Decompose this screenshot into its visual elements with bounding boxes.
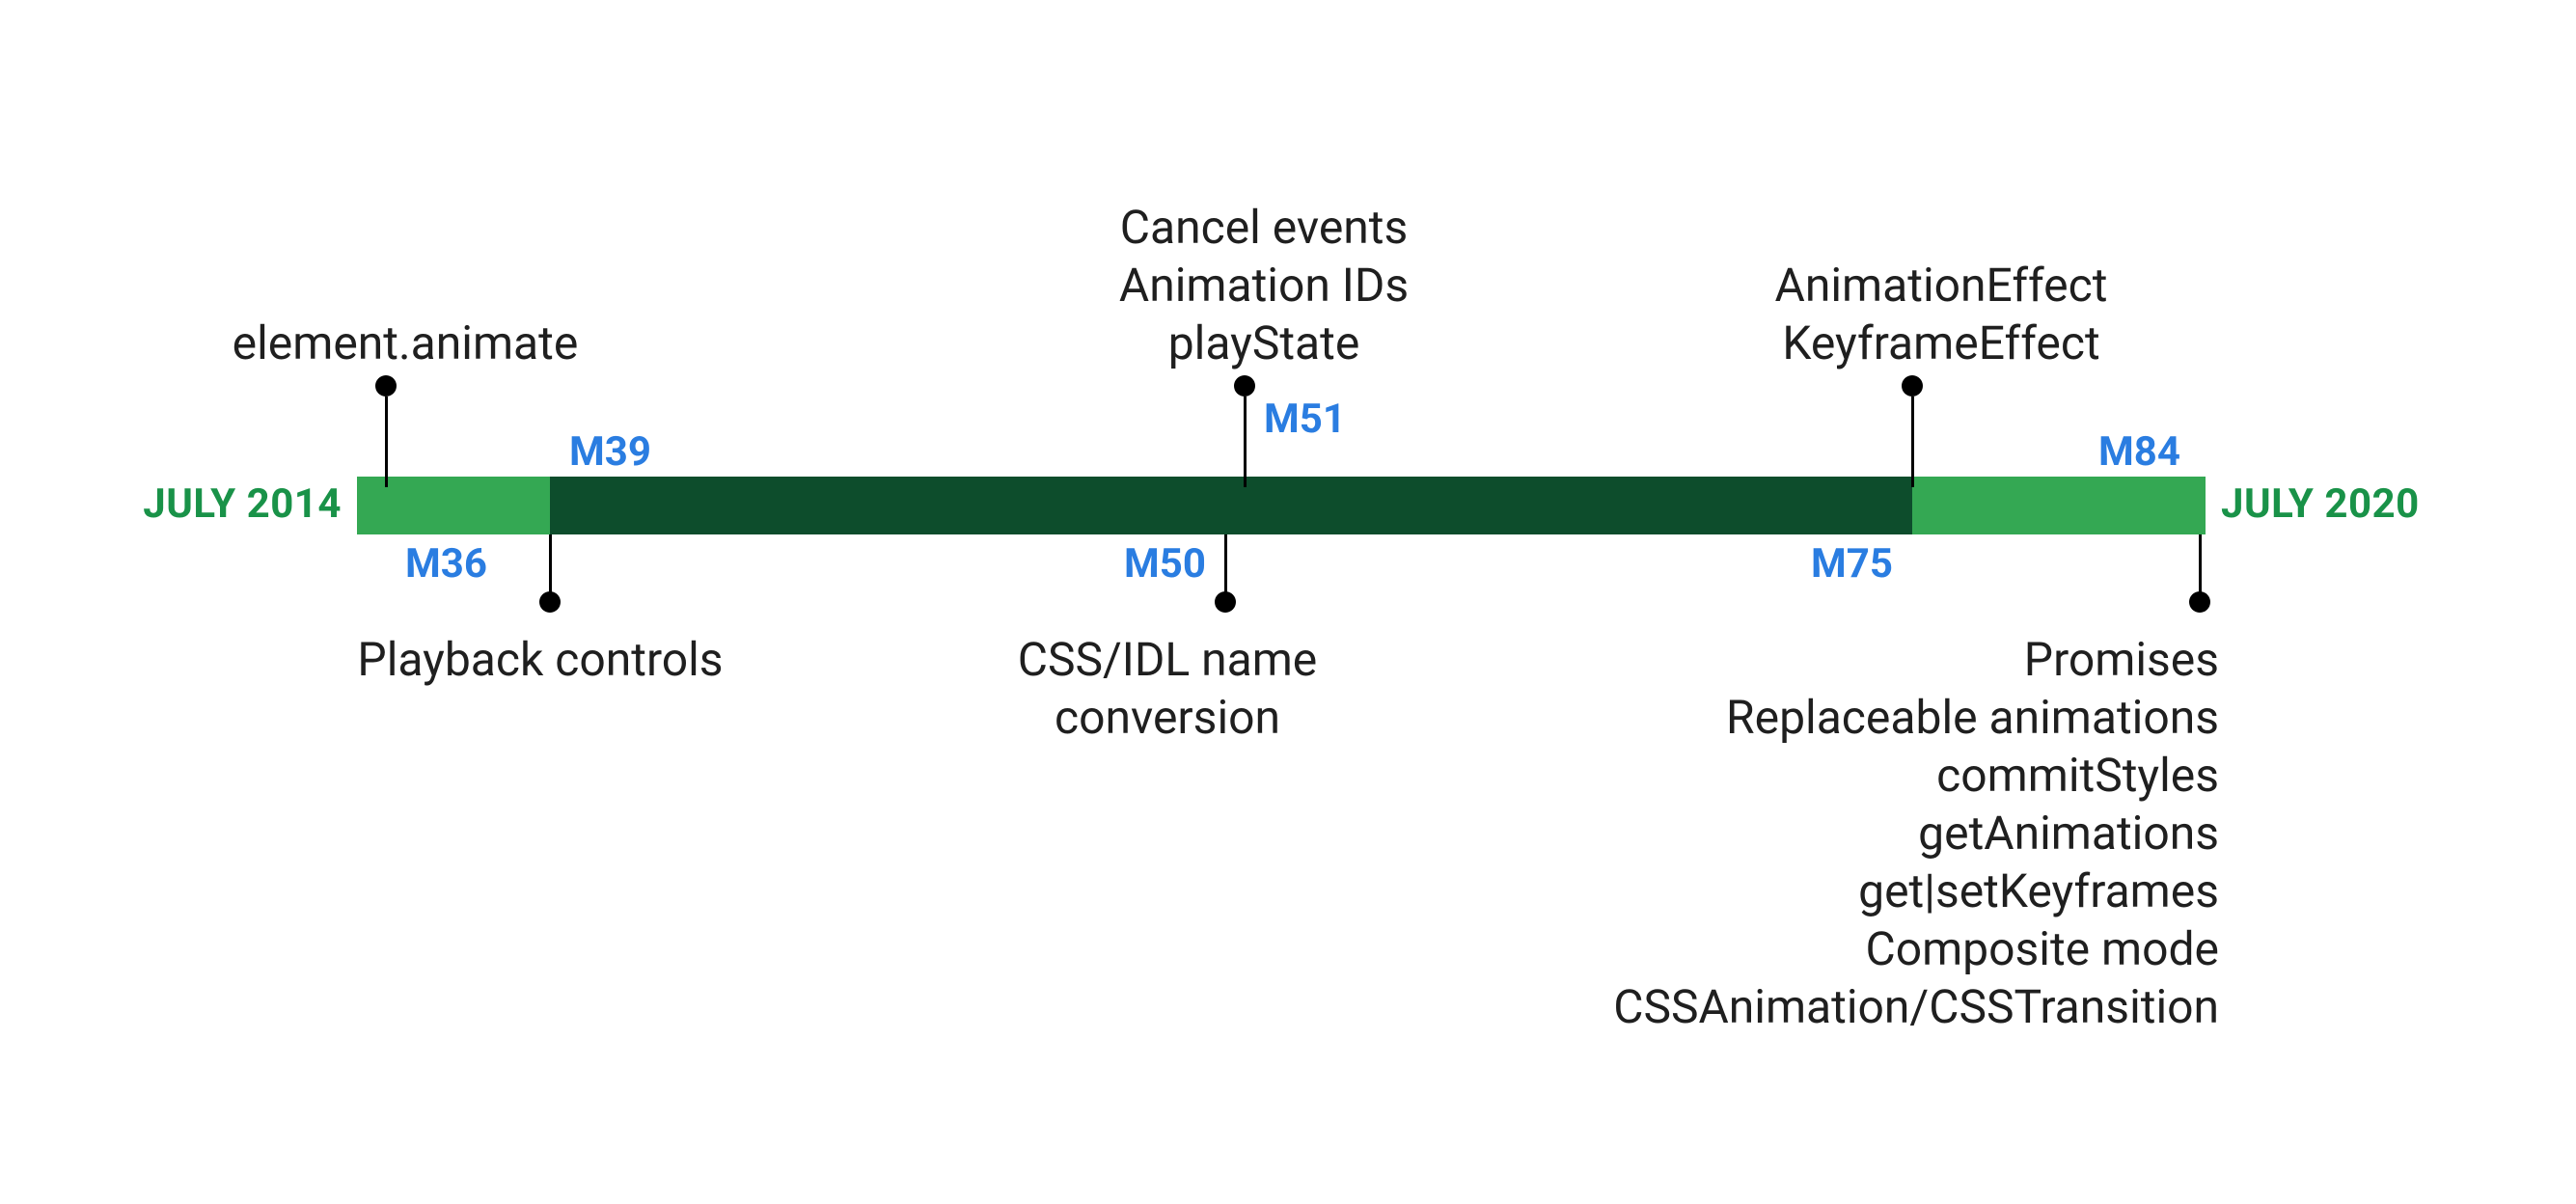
event-stem [1244,397,1247,487]
end-date-label: JULY 2020 [2221,480,2420,528]
timeline-canvas: JULY 2014 JULY 2020 M36 element.animate M3… [0,0,2576,1204]
event-stem [385,397,388,487]
event-dot-icon [1902,375,1923,397]
event-text: Cancel eventsAnimation IDsplayState [1071,199,1457,372]
milestone-label: M50 [1110,540,1206,588]
timeline-dark-segment [550,477,1912,534]
event-dot-icon [2189,591,2210,613]
milestone-label: M39 [569,428,651,476]
event-text: Playback controls [318,631,762,689]
event-stem [1911,397,1914,487]
milestone-label: M75 [1796,540,1893,588]
event-dot-icon [539,591,561,613]
event-dot-icon [1215,591,1236,613]
event-dot-icon [1234,375,1255,397]
start-date-label: JULY 2014 [143,480,342,528]
event-text: AnimationEffectKeyframeEffect [1739,257,2144,372]
event-text: element.animate [212,315,598,372]
milestone-label: M84 [2084,428,2180,476]
event-dot-icon [375,375,397,397]
event-text: CSS/IDL nameconversion [965,631,1370,747]
milestone-label: M36 [405,540,487,588]
milestone-label: M51 [1264,396,1346,443]
event-text: PromisesReplaceable animationscommitStyl… [1544,631,2219,1036]
